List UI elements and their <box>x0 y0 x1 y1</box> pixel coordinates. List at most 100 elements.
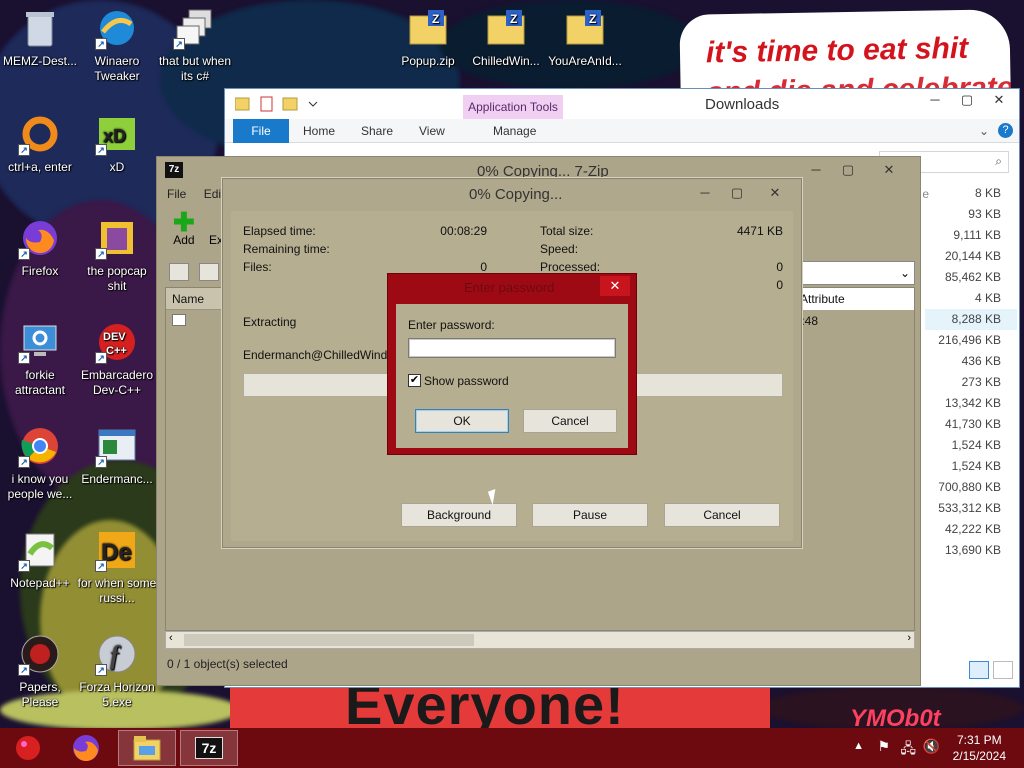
desktop-icon-popcap[interactable]: ↗ the popcap shit <box>77 216 157 294</box>
pause-button[interactable]: Pause <box>532 503 648 527</box>
column-name[interactable]: Name <box>172 292 204 306</box>
scroll-right-icon[interactable]: › <box>907 632 911 644</box>
size-cell[interactable]: 4 KB <box>925 288 1017 309</box>
size-cell[interactable]: 9,111 KB <box>925 225 1017 246</box>
bookmark-icon[interactable] <box>199 263 219 281</box>
firefox-icon <box>73 735 99 762</box>
tab-view[interactable]: View <box>407 119 457 143</box>
enter-password-dialog[interactable]: Enter password ✕ Enter password: ✔ Show … <box>387 273 637 455</box>
desktop-icon-winaero[interactable]: ↗ Winaero Tweaker <box>77 6 157 84</box>
size-cell[interactable]: 85,462 KB <box>925 267 1017 288</box>
size-cell[interactable]: 1,524 KB <box>925 435 1017 456</box>
maximize-button[interactable]: ▢ <box>951 89 983 111</box>
background-button[interactable]: Background <box>401 503 517 527</box>
size-cell[interactable]: 436 KB <box>925 351 1017 372</box>
desktop-icon-devcpp[interactable]: DEV C++ ↗ Embarcadero Dev-C++ <box>77 320 157 398</box>
show-password-label[interactable]: Show password <box>424 374 509 388</box>
show-hidden-icons-icon[interactable]: ▲ <box>853 740 864 752</box>
horizontal-scrollbar[interactable]: ‹ › <box>165 631 915 649</box>
svg-text:C++: C++ <box>106 345 127 357</box>
tab-home[interactable]: Home <box>291 119 347 143</box>
explorer-titlebar[interactable]: Application Tools Downloads ─ ▢ ✕ <box>225 89 1019 119</box>
scrollbar-thumb[interactable] <box>184 634 474 646</box>
desktop-icon-papers-please[interactable]: ↗ Papers, Please <box>0 632 80 710</box>
menu-file[interactable]: File <box>167 187 186 201</box>
close-button[interactable]: ✕ <box>983 89 1015 111</box>
clock-date: 2/15/2024 <box>952 749 1006 763</box>
cancel-button[interactable]: Cancel <box>523 409 617 433</box>
desktop-icon-chrome[interactable]: ↗ i know you people we... <box>0 424 80 502</box>
desktop-icon-chilledwin[interactable]: Z ChilledWin... <box>466 6 546 69</box>
large-icons-view-icon[interactable] <box>993 661 1013 679</box>
desktop-icon-firefox[interactable]: ↗ Firefox <box>0 216 80 279</box>
scroll-left-icon[interactable]: ‹ <box>169 632 173 644</box>
cancel-button[interactable]: Cancel <box>664 503 780 527</box>
size-cell[interactable]: 13,342 KB <box>925 393 1017 414</box>
show-password-checkbox[interactable]: ✔ <box>408 374 421 387</box>
size-cell[interactable]: 1,524 KB <box>925 456 1017 477</box>
close-button[interactable]: ✕ <box>600 276 630 296</box>
size-cell[interactable]: 93 KB <box>925 204 1017 225</box>
column-attributes[interactable]: Attribute <box>796 288 914 310</box>
minimize-button[interactable]: ─ <box>800 159 832 181</box>
desktop-icon-endermanch[interactable]: ↗ Endermanc... <box>77 424 157 487</box>
size-cell[interactable]: 20,144 KB <box>925 246 1017 267</box>
close-button[interactable]: ✕ <box>868 159 910 181</box>
ok-button[interactable]: OK <box>415 409 509 433</box>
desktop-icon-xd[interactable]: xD ↗ xD <box>77 112 157 175</box>
volume-muted-icon[interactable]: 🔇 <box>923 738 940 755</box>
start-button[interactable] <box>0 730 56 766</box>
size-cell[interactable]: 41,730 KB <box>925 414 1017 435</box>
taskbar-file-explorer[interactable] <box>118 730 176 766</box>
tab-manage[interactable]: Manage <box>481 119 548 143</box>
ribbon-expand-icon[interactable]: ⌄ <box>979 124 989 138</box>
add-button[interactable]: ✚ Add <box>173 209 195 247</box>
size-cell[interactable]: 13,690 KB <box>925 540 1017 561</box>
help-icon[interactable]: ? <box>998 123 1013 138</box>
password-titlebar[interactable]: Enter password ✕ <box>388 274 636 300</box>
quick-access-toolbar[interactable] <box>234 96 327 115</box>
network-icon[interactable]: 🖧 <box>900 738 916 762</box>
clock[interactable]: 7:31 PM 2/15/2024 <box>953 732 1006 764</box>
size-cell[interactable]: 216,496 KB <box>925 330 1017 351</box>
chrome-icon: ↗ <box>18 424 62 468</box>
tab-share[interactable]: Share <box>349 119 405 143</box>
desktop-icon-forza[interactable]: f ↗ Forza Horizon 5.exe <box>77 632 157 710</box>
progress-titlebar[interactable]: 0% Copying... ─ ▢ ✕ <box>223 179 801 209</box>
desktop-icon-that-but-when[interactable]: ↗ that but when its c# <box>155 6 235 84</box>
taskbar-7zip[interactable]: 7z <box>180 730 238 766</box>
size-cell[interactable]: 533,312 KB <box>925 498 1017 519</box>
tab-file[interactable]: File <box>233 119 289 143</box>
taskbar-firefox[interactable] <box>58 730 114 766</box>
ring-icon: ↗ <box>18 112 62 156</box>
up-folder-icon[interactable] <box>169 263 189 281</box>
desktop-icon-label: that but when its c# <box>158 54 232 83</box>
minimize-button[interactable]: ─ <box>689 182 721 204</box>
desktop-icon-label: Firefox <box>21 264 59 278</box>
application-tools-label: Application Tools <box>463 95 563 119</box>
address-dropdown[interactable]: ⌄ <box>797 261 915 285</box>
desktop-icon-popup-zip[interactable]: Z Popup.zip <box>388 6 468 69</box>
details-view-icon[interactable] <box>969 661 989 679</box>
size-cell[interactable]: 700,880 KB <box>925 477 1017 498</box>
desktop-icon-de[interactable]: De ↗ for when some russi... <box>77 528 157 606</box>
size-cell[interactable]: 8 KB <box>925 183 1017 204</box>
action-center-flag-icon[interactable]: ⚑ <box>877 738 890 755</box>
minimize-button[interactable]: ─ <box>919 89 951 111</box>
close-button[interactable]: ✕ <box>757 182 793 204</box>
shortcut-arrow-icon: ↗ <box>95 144 107 156</box>
desktop-icon-youareanid[interactable]: Z YouAreAnId... <box>545 6 625 69</box>
elapsed-value: 00:08:29 <box>440 224 487 238</box>
size-cell-selected[interactable]: 8,288 KB <box>925 309 1017 330</box>
desktop-icon-memz[interactable]: MEMZ-Dest... <box>0 6 80 69</box>
maximize-button[interactable]: ▢ <box>832 159 864 181</box>
desktop-icon-ctrl-a-enter[interactable]: ↗ ctrl+a, enter <box>0 112 80 175</box>
desktop-icon-forkie[interactable]: ↗ forkie attractant <box>0 320 80 398</box>
maximize-button[interactable]: ▢ <box>721 182 753 204</box>
password-input[interactable] <box>408 338 616 358</box>
size-cell[interactable]: 273 KB <box>925 372 1017 393</box>
size-cell[interactable]: 42,222 KB <box>925 519 1017 540</box>
desktop-icon-notepadpp[interactable]: ↗ Notepad++ <box>0 528 80 591</box>
start-orb-icon <box>16 736 40 760</box>
desktop-icon-label: ctrl+a, enter <box>8 160 72 174</box>
